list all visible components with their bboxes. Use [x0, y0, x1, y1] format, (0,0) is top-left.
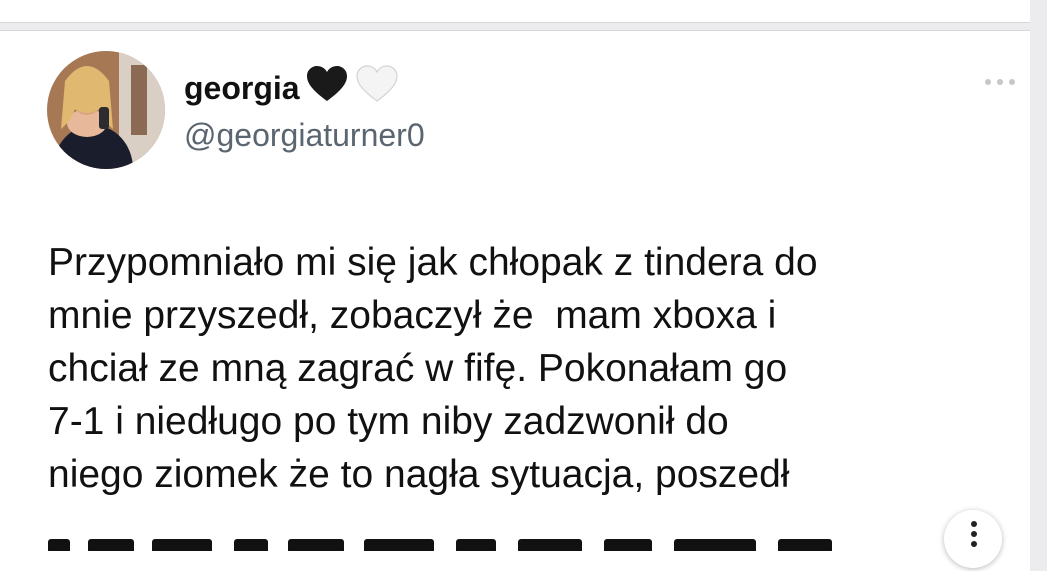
more-horizontal-icon [985, 79, 1015, 85]
more-vertical-icon [971, 521, 977, 547]
white-heart-icon [355, 65, 398, 111]
user-handle[interactable]: @georgiaturner0 [184, 117, 425, 154]
tweet-text-line: chciał ze mną zagrać w fifę. Pokonałam g… [48, 347, 788, 390]
previous-card [0, 0, 1030, 23]
floating-action-button[interactable] [944, 510, 1002, 568]
tweet-text: Przypomniało mi się jak chłopak z tinder… [48, 236, 1008, 501]
black-heart-icon [306, 65, 348, 111]
clipped-next-line [48, 521, 938, 551]
tweet-text-line: niego ziomek że to nagła sytuacja, posze… [48, 453, 790, 496]
display-name[interactable]: georgia [184, 65, 406, 111]
page-margin [1030, 0, 1047, 539]
tweet-text-line: Przypomniało mi się jak chłopak z tinder… [48, 241, 818, 284]
tweet-text-line: 7-1 i niedługo po tym niby zadzwonił do [48, 400, 729, 443]
tweet-card: georgia @georgiaturner0 Przypomniało mi … [0, 30, 1030, 571]
avatar[interactable] [47, 51, 165, 169]
tweet-text-line: mnie przyszedł, zobaczył że mam xboxa i [48, 294, 777, 337]
display-name-text: georgia [184, 69, 300, 106]
more-options-button[interactable] [980, 73, 1020, 91]
